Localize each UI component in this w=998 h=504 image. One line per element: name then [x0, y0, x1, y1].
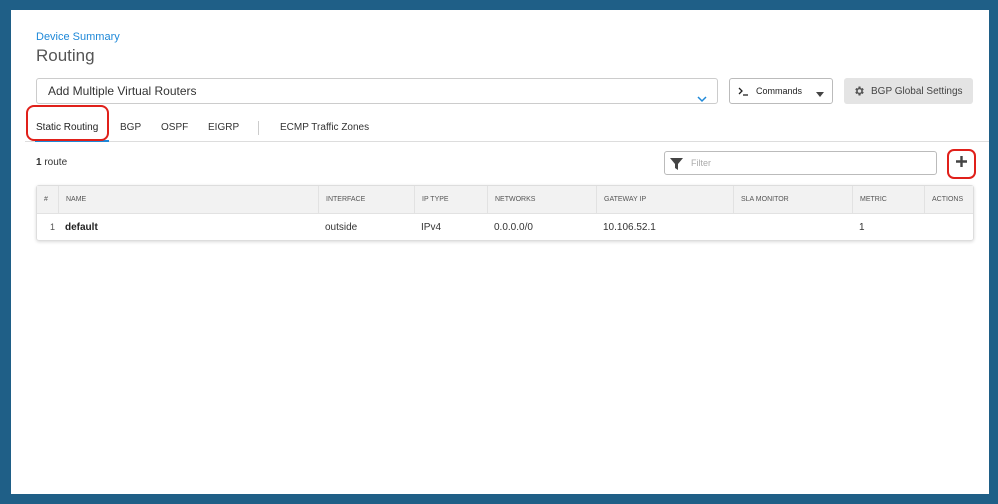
commands-button-label: Commands: [756, 86, 803, 96]
virtual-router-select-value: Add Multiple Virtual Routers: [48, 84, 197, 98]
column-header-metric[interactable]: METRIC: [852, 186, 924, 214]
column-header-interface[interactable]: INTERFACE: [318, 186, 414, 214]
table-header: # NAME INTERFACE IP TYPE NETWORKS GATEWA…: [37, 186, 973, 214]
column-header-ip-type[interactable]: IP TYPE: [414, 186, 487, 214]
breadcrumb[interactable]: Device Summary: [36, 31, 120, 43]
row-index: 1: [50, 222, 56, 232]
main-panel: Device Summary Routing Add Multiple Virt…: [11, 10, 989, 494]
row-gateway-ip: 10.106.52.1: [603, 222, 656, 233]
column-header-gateway-ip[interactable]: GATEWAY IP: [596, 186, 733, 214]
route-count-unit: route: [44, 157, 68, 168]
tab-bgp[interactable]: BGP: [120, 122, 141, 133]
row-interface: outside: [325, 222, 358, 233]
row-ip-type: IPv4: [421, 222, 442, 233]
route-count: 1 route: [36, 157, 67, 168]
column-header-name[interactable]: NAME: [58, 186, 318, 214]
route-count-number: 1: [36, 157, 42, 168]
row-sla-monitor: [733, 214, 740, 241]
row-name[interactable]: default: [58, 214, 98, 241]
static-routes-table: # NAME INTERFACE IP TYPE NETWORKS GATEWA…: [36, 185, 974, 241]
column-header-networks[interactable]: NETWORKS: [487, 186, 596, 214]
bgp-global-settings-label: BGP Global Settings: [871, 85, 963, 97]
tab-ospf[interactable]: OSPF: [161, 122, 188, 133]
page-title: Routing: [36, 46, 95, 65]
chevron-down-icon: [697, 87, 707, 111]
commands-button[interactable]: Commands: [729, 78, 833, 104]
tab-divider: [258, 121, 259, 135]
plus-icon: [955, 155, 968, 173]
highlight-box-static-routing: [26, 105, 109, 141]
bgp-global-settings-button[interactable]: BGP Global Settings: [844, 78, 973, 104]
column-header-index: #: [44, 196, 48, 203]
routing-tabs: Static Routing BGP OSPF EIGRP ECMP Traff…: [25, 118, 989, 142]
tab-ecmp-traffic-zones[interactable]: ECMP Traffic Zones: [280, 122, 369, 133]
row-networks: 0.0.0.0/0: [494, 222, 533, 233]
column-header-sla-monitor[interactable]: SLA MONITOR: [733, 186, 852, 214]
filter-field[interactable]: [664, 151, 937, 175]
row-actions[interactable]: [924, 214, 931, 241]
terminal-icon: [738, 87, 749, 96]
tab-eigrp[interactable]: EIGRP: [208, 122, 239, 133]
filter-input[interactable]: [691, 155, 931, 171]
caret-down-icon: [816, 89, 824, 99]
column-header-actions: ACTIONS: [924, 186, 973, 214]
row-metric: 1: [859, 222, 865, 233]
add-route-button[interactable]: [947, 149, 976, 179]
gear-icon: [853, 85, 865, 97]
filter-icon: [670, 157, 683, 175]
table-row[interactable]: 1 default outside IPv4 0.0.0.0/0 10.106.…: [37, 214, 973, 241]
virtual-router-select[interactable]: Add Multiple Virtual Routers: [36, 78, 718, 104]
